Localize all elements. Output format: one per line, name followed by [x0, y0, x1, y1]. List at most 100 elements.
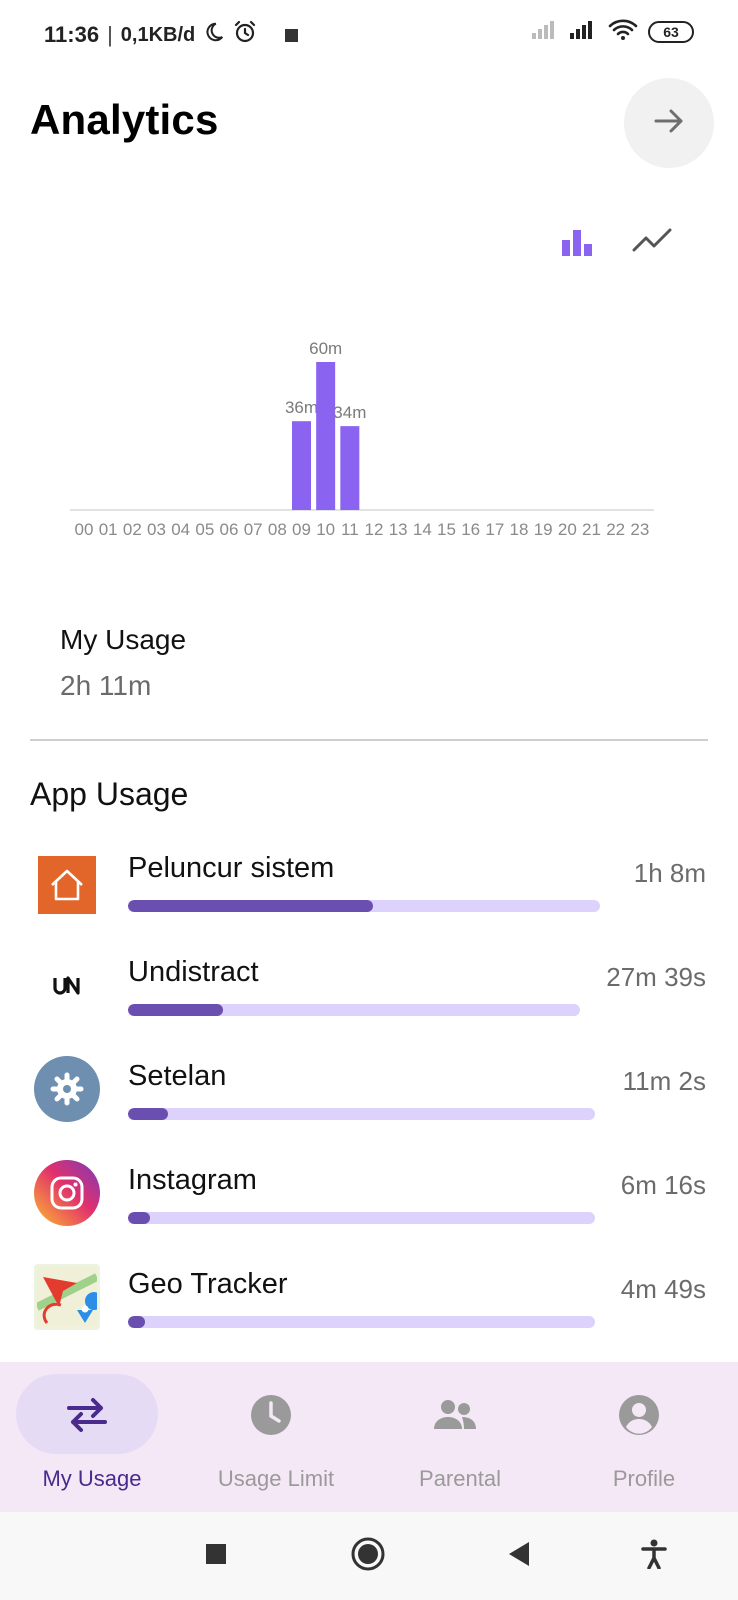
- chart-tick-label: 15: [437, 520, 456, 539]
- nav-my-usage[interactable]: My Usage: [0, 1362, 184, 1512]
- my-usage-value: 2h 11m: [60, 670, 152, 701]
- chart-tick-label: 04: [171, 520, 190, 539]
- bar-chart-toggle[interactable]: [560, 226, 594, 265]
- usage-bar-fill: [128, 1004, 223, 1016]
- chart-tick-label: 08: [268, 520, 287, 539]
- line-chart-toggle[interactable]: [632, 226, 672, 261]
- triangle-back-icon: [507, 1540, 533, 1573]
- signal-weak-icon: [532, 19, 560, 44]
- chart-tick-label: 14: [413, 520, 432, 539]
- app-name: Peluncur sistem: [128, 852, 335, 884]
- chart-tick-label: 03: [147, 520, 166, 539]
- account-circle-icon: [614, 1392, 664, 1438]
- status-right: 63: [532, 18, 694, 45]
- chart-tick-label: 05: [195, 520, 214, 539]
- home-icon: [38, 856, 96, 914]
- app-name: Setelan: [128, 1060, 227, 1092]
- chart-tick-label: 00: [75, 520, 94, 539]
- instagram-icon: [34, 1160, 100, 1226]
- divider: [30, 739, 708, 741]
- home-button[interactable]: [346, 1534, 390, 1578]
- bottom-navigation: My Usage Usage Limit Parental Profile: [0, 1362, 738, 1512]
- usage-bar: [128, 1108, 595, 1120]
- geo-tracker-icon: [34, 1264, 100, 1330]
- status-network-speed: 0,1KB/d: [120, 23, 196, 46]
- undistract-logo-icon: [34, 952, 100, 1018]
- chart-bar: [292, 421, 311, 510]
- chart-tick-label: 23: [630, 520, 649, 539]
- system-navigation-bar: [0, 1512, 738, 1600]
- usage-bar-fill: [128, 1316, 146, 1328]
- alarm-icon: [233, 20, 257, 50]
- status-bar: 11:36 | 0,1KB/d 63: [0, 0, 738, 70]
- chart-data-label: 60m: [309, 340, 342, 358]
- page-title: Analytics: [30, 96, 219, 143]
- recents-button[interactable]: [194, 1534, 238, 1578]
- status-time: 11:36: [44, 22, 100, 47]
- chart-tick-label: 11: [341, 520, 359, 539]
- wifi-icon: [608, 18, 638, 45]
- status-separator: |: [107, 22, 113, 47]
- status-left: 11:36 | 0,1KB/d: [44, 20, 299, 50]
- usage-bar: [128, 1004, 580, 1016]
- app-row-setelan[interactable]: Setelan 11m 2s: [0, 1048, 738, 1148]
- chart-tick-label: 18: [510, 520, 529, 539]
- nav-parental[interactable]: Parental: [368, 1362, 552, 1512]
- app-usage-title: App Usage: [30, 776, 189, 812]
- chart-tick-label: 17: [485, 520, 504, 539]
- back-button[interactable]: [498, 1534, 542, 1578]
- chart-tick-label: 01: [99, 520, 118, 539]
- accessibility-button[interactable]: [632, 1534, 676, 1578]
- chart-tick-label: 06: [220, 520, 239, 539]
- my-usage-label: My Usage: [60, 624, 187, 655]
- forward-button[interactable]: [624, 78, 714, 168]
- nav-usage-limit[interactable]: Usage Limit: [184, 1362, 368, 1512]
- battery-indicator: 63: [648, 20, 694, 43]
- accessibility-icon: [640, 1539, 668, 1574]
- app-row-geo-tracker[interactable]: Geo Tracker 4m 49s: [0, 1256, 738, 1330]
- app-name: Instagram: [128, 1164, 257, 1196]
- usage-bar: [128, 900, 600, 912]
- app-usage-list[interactable]: Peluncur sistem 1h 8m Undistract 27m 39s…: [0, 840, 738, 1330]
- nav-profile[interactable]: Profile: [552, 1362, 736, 1512]
- hourly-usage-chart: 00 01 02 03 04 05 06 07 08 09 36m 10 60m 11 34m 12 13 14 1…: [70, 340, 664, 550]
- app-row-peluncur-sistem[interactable]: Peluncur sistem 1h 8m: [0, 840, 738, 940]
- chart-data-label: 36m: [285, 398, 318, 417]
- usage-bar-fill: [128, 1108, 168, 1120]
- app-name: Geo Tracker: [128, 1268, 288, 1300]
- app-name: Undistract: [128, 956, 259, 988]
- app-time: 6m 16s: [620, 1170, 706, 1200]
- usage-bar-fill: [128, 1212, 151, 1224]
- usage-bar: [128, 1316, 595, 1328]
- app-time: 1h 8m: [633, 858, 706, 888]
- chart-tick-label: 22: [606, 520, 625, 539]
- line-chart-icon: [632, 228, 672, 260]
- app-time: 11m 2s: [622, 1066, 706, 1096]
- chart-bar: [316, 362, 336, 510]
- signal-strong-icon: [570, 19, 598, 44]
- chart-tick-label: 21: [582, 520, 601, 539]
- app-row-instagram[interactable]: Instagram 6m 16s: [0, 1152, 738, 1252]
- people-icon: [430, 1392, 480, 1438]
- swap-arrows-icon: [62, 1392, 112, 1438]
- usage-bar: [128, 1212, 595, 1224]
- chart-data-label: 34m: [333, 403, 366, 422]
- circle-home-icon: [350, 1536, 386, 1577]
- nav-label: Parental: [419, 1466, 501, 1491]
- chart-tick-label: 16: [461, 520, 480, 539]
- chart-tick-label: 19: [534, 520, 553, 539]
- settings-gear-icon: [34, 1056, 100, 1122]
- chart-tick-label: 02: [123, 520, 142, 539]
- chart-tick-label: 10: [316, 520, 335, 539]
- chart-svg: 00 01 02 03 04 05 06 07 08 09 36m 10 60m 11 34m 12 13 14 1…: [70, 340, 654, 539]
- nav-label: My Usage: [42, 1466, 142, 1491]
- app-time: 4m 49s: [620, 1274, 706, 1304]
- chart-tick-label: 13: [389, 520, 408, 539]
- usage-bar-fill: [128, 900, 374, 912]
- bar-chart-icon: [560, 230, 594, 264]
- chart-tick-label: 20: [558, 520, 577, 539]
- app-row-undistract[interactable]: Undistract 27m 39s: [0, 944, 738, 1044]
- chart-bar: [340, 426, 360, 510]
- chart-tick-label: 12: [365, 520, 384, 539]
- clock-icon: [246, 1392, 296, 1438]
